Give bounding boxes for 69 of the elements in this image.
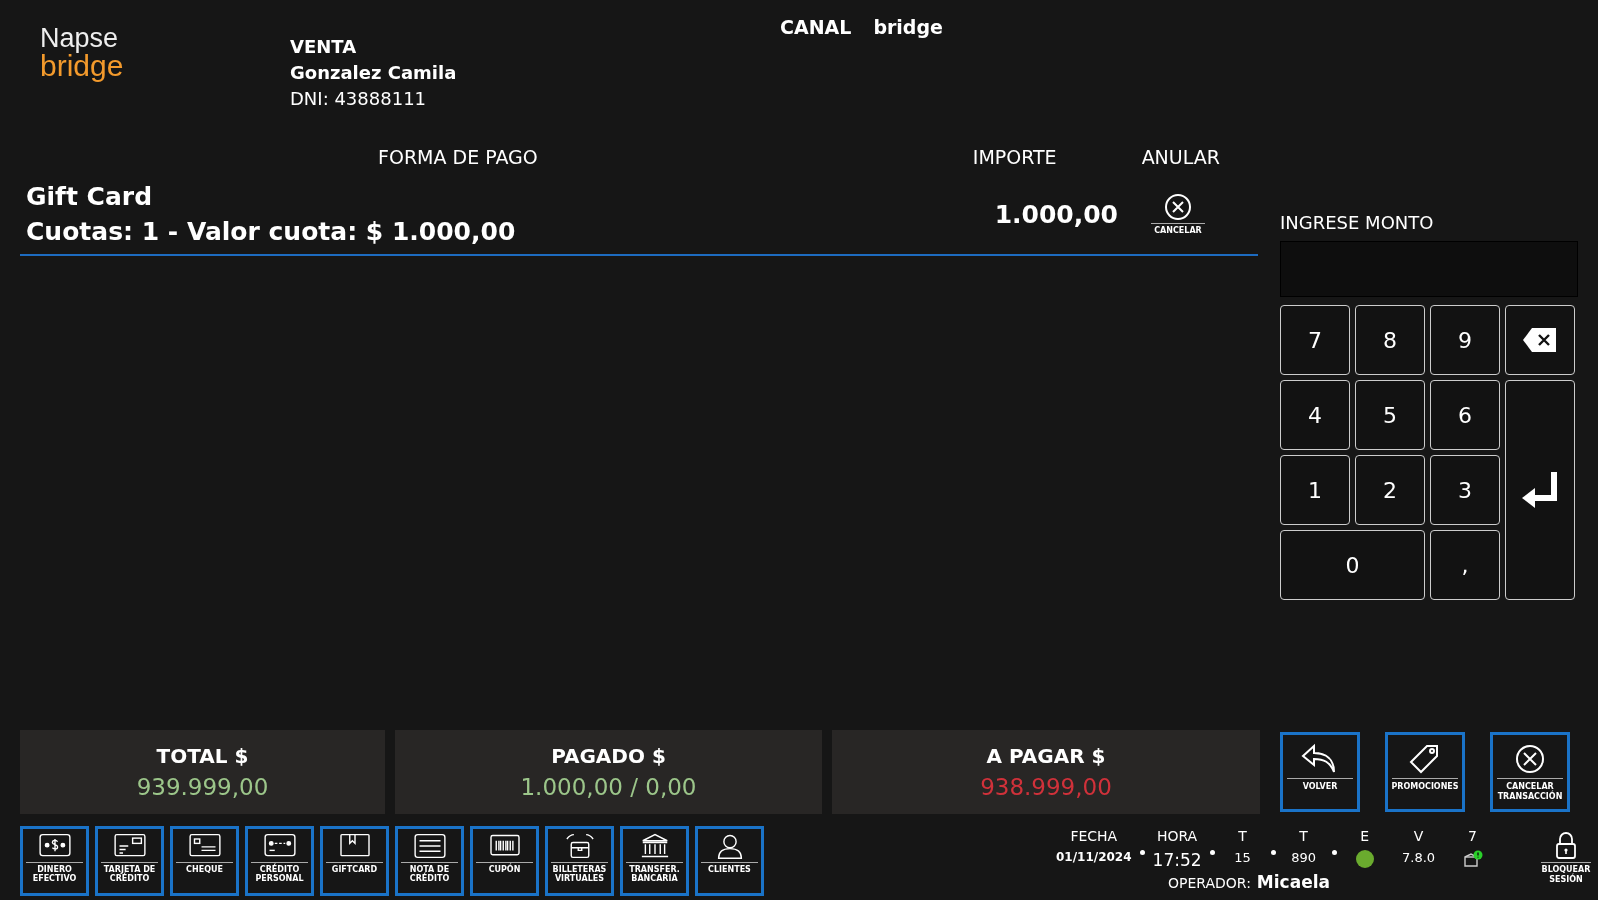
- status-value: 17:52: [1152, 850, 1202, 870]
- action-button[interactable]: CANCELAR TRANSACCIÓN: [1490, 732, 1570, 812]
- action-button[interactable]: PROMOCIONES: [1385, 732, 1465, 812]
- total-label: PAGADO $: [551, 744, 666, 768]
- status-label: T: [1299, 828, 1308, 844]
- enter-key[interactable]: [1505, 380, 1575, 600]
- total-label: A PAGAR $: [986, 744, 1106, 768]
- close-icon: [1164, 193, 1192, 221]
- payment-method-button[interactable]: CUPÓN: [470, 826, 539, 896]
- status-value: 7.8.0: [1402, 850, 1436, 865]
- payment-detail: Cuotas: 1 - Valor cuota: $ 1.000,00: [26, 216, 517, 248]
- amount-label: INGRESE MONTO: [1280, 212, 1435, 233]
- sale-type: VENTA: [290, 35, 358, 59]
- operator-label: OPERADOR:: [1168, 875, 1251, 891]
- cancel-button[interactable]: CANCELAR: [1148, 193, 1208, 235]
- keypad-key[interactable]: 8: [1355, 305, 1425, 375]
- status-label: V: [1413, 828, 1424, 844]
- payment-method-button[interactable]: NOTA DE CRÉDITO: [395, 826, 464, 896]
- status-label: FECHA: [1070, 828, 1118, 844]
- column-header: ANULAR: [1141, 146, 1220, 168]
- operator-name: Micaela: [1256, 872, 1330, 892]
- lock-session-button[interactable]: BLOQUEAR SESIÓN: [1538, 832, 1594, 885]
- total-value: 1.000,00 / 0,00: [520, 774, 697, 800]
- payment-method-button[interactable]: TRANSFER. BANCARIA: [620, 826, 689, 896]
- total-label: TOTAL $: [156, 744, 249, 768]
- status-value: 15: [1234, 850, 1251, 865]
- column-header: FORMA DE PAGO: [378, 146, 538, 168]
- keypad-key[interactable]: 6: [1430, 380, 1500, 450]
- backspace-key[interactable]: [1505, 305, 1575, 375]
- payment-method-button[interactable]: CLIENTES: [695, 826, 764, 896]
- keypad-key[interactable]: 3: [1430, 455, 1500, 525]
- keypad-key[interactable]: 5: [1355, 380, 1425, 450]
- keypad-key[interactable]: ,: [1430, 530, 1500, 600]
- payment-method-button[interactable]: BILLETERAS VIRTUALES: [545, 826, 614, 896]
- separator-dot: [1270, 850, 1276, 855]
- status-label: E: [1360, 828, 1369, 844]
- payment-method-button[interactable]: GIFTCARD: [320, 826, 389, 896]
- package-alert-icon: [1462, 850, 1483, 868]
- total-value: 939.999,00: [136, 774, 269, 800]
- customer-dni: DNI: 43888111: [290, 87, 428, 111]
- payment-method-button[interactable]: TARJETA DE CRÉDITO: [95, 826, 164, 896]
- customer-name: Gonzalez Camila: [290, 61, 457, 85]
- payment-method-button[interactable]: DINERO EFECTIVO: [20, 826, 89, 896]
- payment-method-button[interactable]: CRÉDITO PERSONAL: [245, 826, 314, 896]
- payment-method: Gift Card: [26, 181, 154, 213]
- total-value: 938.999,00: [980, 774, 1112, 800]
- status-label: HORA: [1156, 828, 1198, 844]
- keypad-key[interactable]: 2: [1355, 455, 1425, 525]
- logo: Napse bridge: [40, 24, 125, 84]
- separator-dot: [1139, 850, 1145, 855]
- column-header: IMPORTE: [972, 146, 1057, 168]
- status-label: 7: [1468, 828, 1477, 844]
- keypad-key[interactable]: 4: [1280, 380, 1350, 450]
- keypad-key[interactable]: 1: [1280, 455, 1350, 525]
- channel-value: bridge: [873, 16, 943, 38]
- backspace-icon: [1522, 327, 1558, 353]
- keypad-key[interactable]: 0: [1280, 530, 1425, 600]
- separator-dot: [1209, 850, 1215, 855]
- status-value: 890: [1291, 850, 1316, 865]
- keypad-key[interactable]: 9: [1430, 305, 1500, 375]
- payment-method-button[interactable]: CHEQUE: [170, 826, 239, 896]
- separator-dot: [1331, 850, 1337, 855]
- action-button[interactable]: VOLVER: [1280, 732, 1360, 812]
- status-label: T: [1238, 828, 1247, 844]
- keypad-key[interactable]: 7: [1280, 305, 1350, 375]
- status-value: 01/11/2024: [1056, 850, 1132, 864]
- lock-icon: [1555, 832, 1577, 860]
- channel-label: CANAL: [780, 16, 852, 38]
- payment-amount: 1.000,00: [994, 199, 1118, 229]
